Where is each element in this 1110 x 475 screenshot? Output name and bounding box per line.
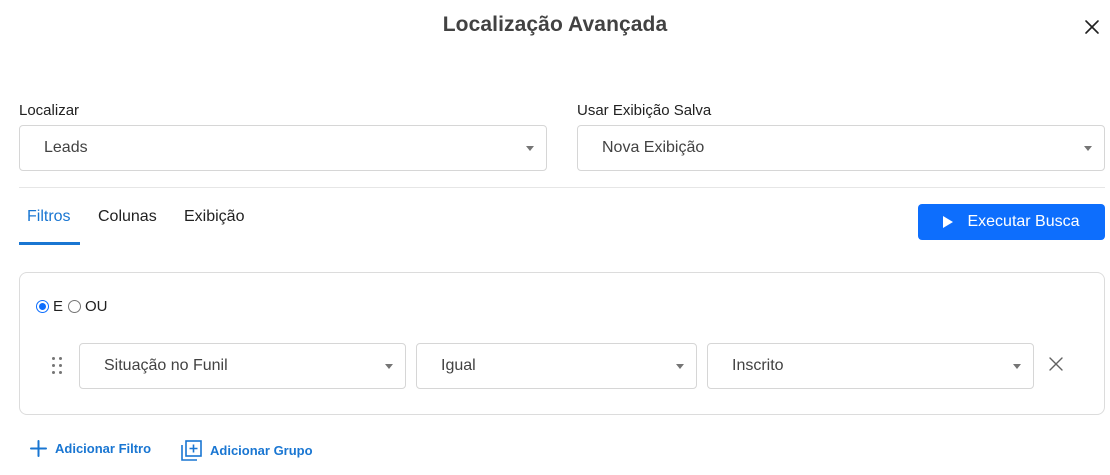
advanced-find-dialog: Localização Avançada Localizar Leads Usa… <box>0 0 1110 475</box>
caret-down-icon <box>676 364 684 369</box>
find-select[interactable]: Leads <box>19 125 547 171</box>
find-select-value: Leads <box>44 139 88 156</box>
run-search-button[interactable]: Executar Busca <box>918 204 1105 240</box>
saved-view-select[interactable]: Nova Exibição <box>577 125 1105 171</box>
caret-down-icon <box>1084 146 1092 151</box>
remove-filter-button[interactable] <box>1047 355 1065 373</box>
find-label: Localizar <box>19 102 80 119</box>
add-filter-button[interactable]: Adicionar Filtro <box>30 440 151 457</box>
filter-field-select[interactable]: Situação no Funil <box>79 343 406 389</box>
tab-display[interactable]: Exibição <box>184 208 244 226</box>
tab-filters[interactable]: Filtros <box>27 208 71 226</box>
tab-columns[interactable]: Colunas <box>98 208 157 226</box>
close-icon <box>1049 357 1063 371</box>
add-group-icon <box>181 440 202 461</box>
plus-icon <box>30 440 47 457</box>
active-tab-indicator <box>19 242 80 245</box>
filter-value-select[interactable]: Inscrito <box>707 343 1034 389</box>
caret-down-icon <box>1013 364 1021 369</box>
run-search-label: Executar Busca <box>967 213 1080 230</box>
section-divider <box>19 187 1105 188</box>
radio-and[interactable] <box>36 300 49 313</box>
filter-value-value: Inscrito <box>732 357 784 374</box>
radio-or[interactable] <box>68 300 82 313</box>
filter-operator-select[interactable]: Igual <box>416 343 697 389</box>
saved-view-select-value: Nova Exibição <box>602 139 705 156</box>
caret-down-icon <box>385 364 393 369</box>
radio-and-label: E <box>53 298 64 315</box>
logic-operator-group: E OU <box>36 298 113 315</box>
filter-operator-value: Igual <box>441 357 476 374</box>
filter-field-value: Situação no Funil <box>104 357 228 374</box>
saved-view-label: Usar Exibição Salva <box>577 102 712 119</box>
add-group-label: Adicionar Grupo <box>210 443 313 458</box>
drag-handle-icon[interactable] <box>51 357 63 374</box>
play-icon <box>943 216 954 228</box>
add-filter-label: Adicionar Filtro <box>55 441 152 456</box>
close-icon <box>1085 20 1099 34</box>
add-group-button[interactable]: Adicionar Grupo <box>181 440 313 461</box>
close-button[interactable] <box>1080 15 1104 39</box>
radio-or-label: OU <box>85 298 108 315</box>
caret-down-icon <box>526 146 534 151</box>
dialog-title: Localização Avançada <box>442 13 668 36</box>
